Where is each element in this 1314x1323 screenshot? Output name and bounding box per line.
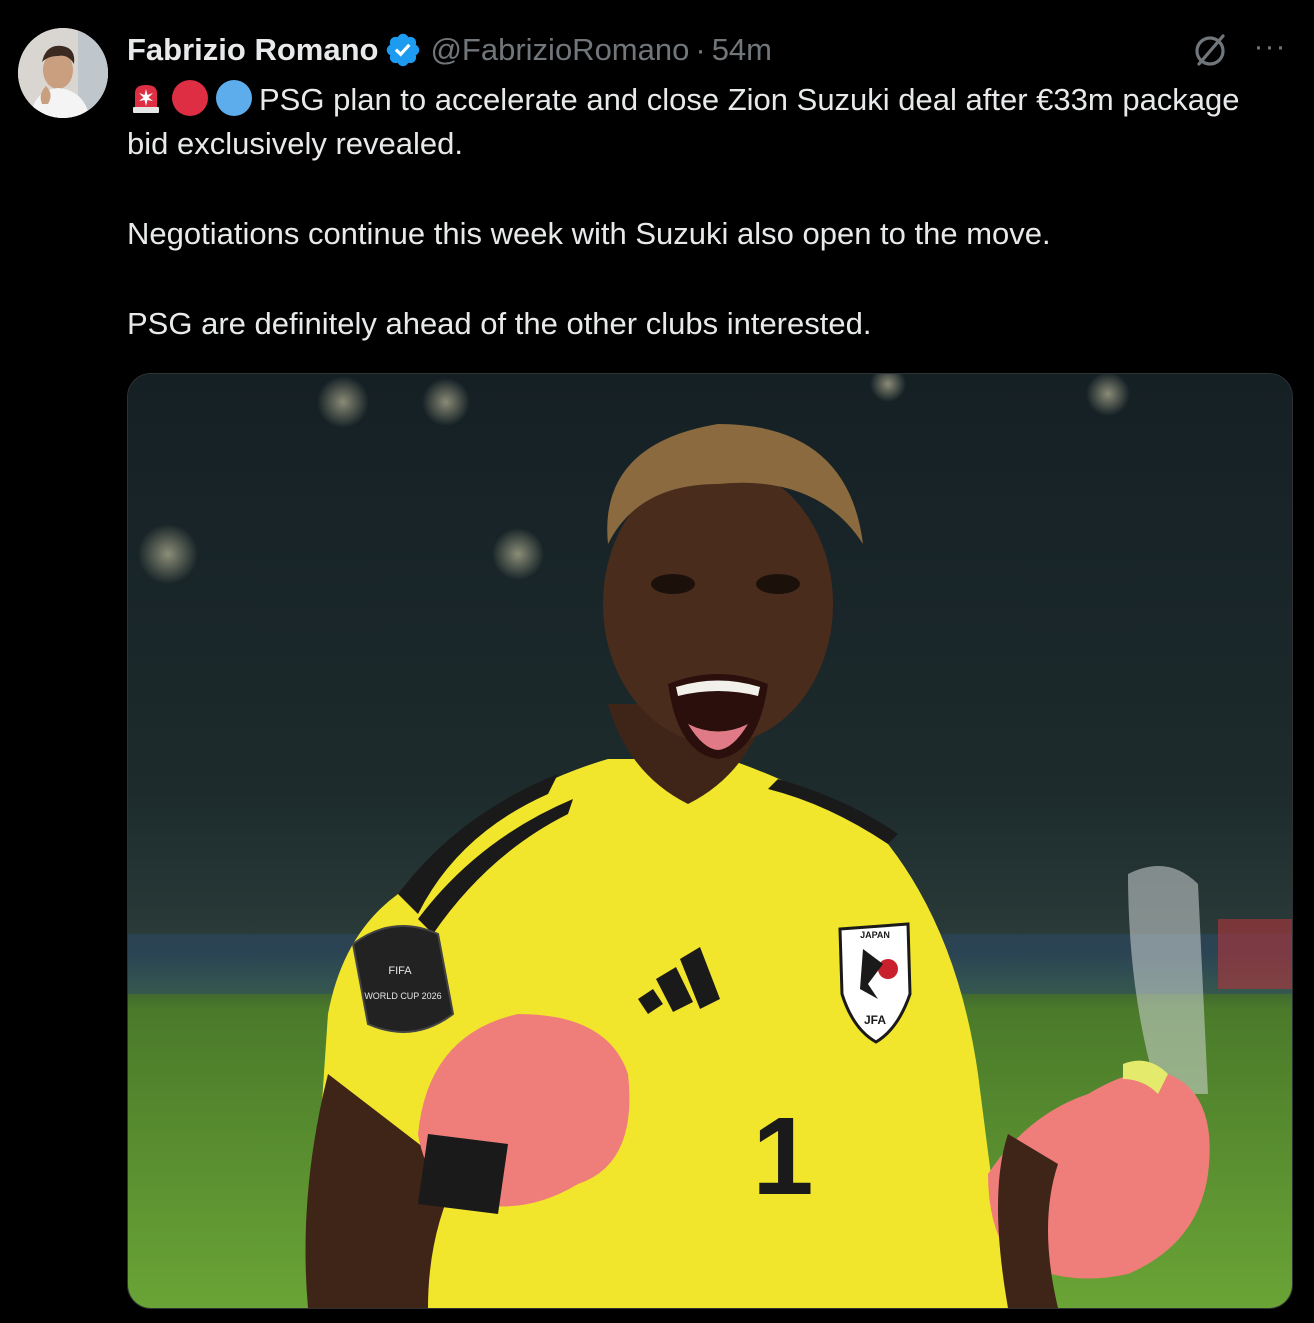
header-separator: · xyxy=(695,32,706,67)
tweet-text-line: PSG plan to accelerate and close Zion Su… xyxy=(127,82,1240,161)
author-handle[interactable]: @FabrizioRomano xyxy=(430,32,689,68)
goalkeeper-photo: JAPAN JFA 1 FIFA WORLD CUP 2026 xyxy=(128,374,1292,1308)
tweet-media-photo[interactable]: JAPAN JFA 1 FIFA WORLD CUP 2026 xyxy=(127,373,1293,1309)
more-options-icon[interactable]: ··· xyxy=(1252,32,1288,66)
verified-badge-icon[interactable] xyxy=(384,31,422,69)
jersey-crest-text: JAPAN xyxy=(860,930,890,940)
sleeve-badge-text: FIFA xyxy=(388,965,412,977)
tweet-line-1: PSG plan to accelerate and close Zion Su… xyxy=(127,78,1277,166)
jersey-number: 1 xyxy=(752,1095,813,1218)
tweet-timestamp[interactable]: 54m xyxy=(712,32,772,68)
tweet-text-line: PSG are definitely ahead of the other cl… xyxy=(127,306,872,341)
red-circle-emoji xyxy=(171,79,209,117)
tweet-header: Fabrizio Romano @FabrizioRomano · 54m xyxy=(127,30,772,70)
author-avatar[interactable] xyxy=(18,28,108,118)
avatar-image xyxy=(18,28,108,118)
jersey-crest-sub: JFA xyxy=(864,1013,886,1027)
tweet-text-line: Negotiations continue this week with Suz… xyxy=(127,216,1051,251)
sleeve-badge-sub: WORLD CUP 2026 xyxy=(364,991,441,1001)
rotating-light-emoji xyxy=(127,79,165,117)
grok-icon[interactable] xyxy=(1190,30,1230,70)
tweet-text: PSG plan to accelerate and close Zion Su… xyxy=(127,78,1277,346)
blue-circle-emoji xyxy=(215,79,253,117)
author-name[interactable]: Fabrizio Romano xyxy=(127,32,378,68)
